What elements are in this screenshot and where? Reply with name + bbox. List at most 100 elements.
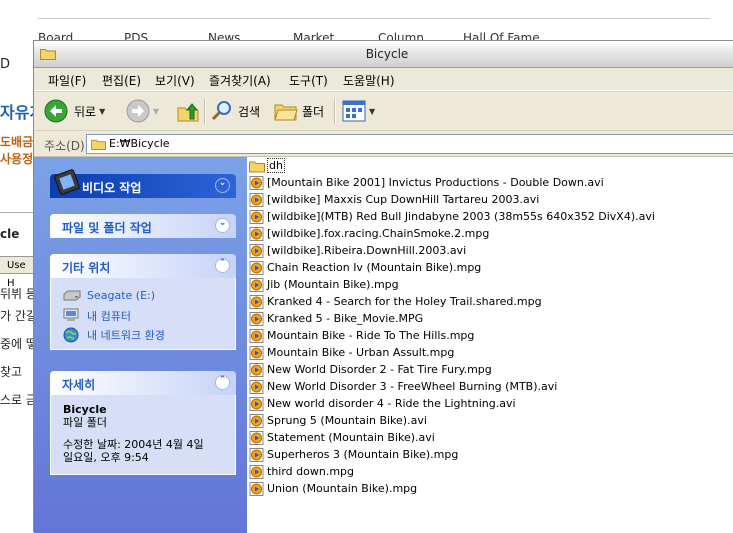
back-button[interactable]: 뒤로 ▼ xyxy=(44,99,105,123)
toolbar-separator xyxy=(204,98,206,124)
details-header[interactable]: 자세히 ⌃ xyxy=(50,371,236,395)
file-name: third down.mpg xyxy=(267,465,355,478)
file-name: [wildbike] Maxxis Cup DownHill Tartareu … xyxy=(267,193,540,206)
film-strip-icon xyxy=(54,169,80,195)
chevron-down-icon[interactable]: ▼ xyxy=(369,107,375,116)
explorer-window: Bicycle 파일(F) 편집(E) 보기(V) 즐겨찾기(A) 도구(T) … xyxy=(33,40,733,533)
file-name: New world disorder 4 - Ride the Lightnin… xyxy=(267,397,516,410)
views-button[interactable]: ▼ xyxy=(342,99,375,123)
my-computer-icon xyxy=(63,308,79,321)
title-bar[interactable]: Bicycle xyxy=(34,41,733,68)
menu-tools[interactable]: 도구(T) xyxy=(289,72,328,89)
folders-button[interactable]: 폴더 xyxy=(274,99,324,123)
bg-text-line: 뒤뷔 등 xyxy=(0,287,37,301)
menu-view[interactable]: 보기(V) xyxy=(155,72,195,89)
network-globe-icon xyxy=(63,327,79,343)
link-my-network[interactable]: 내 네트워크 환경 xyxy=(51,324,235,343)
bg-text-line: 가 간길 xyxy=(0,309,37,323)
link-seagate-drive[interactable]: Seagate (E:) xyxy=(51,286,235,305)
file-item[interactable]: Sprung 5 (Mountain Bike).avi xyxy=(249,412,427,429)
details-modified: 수정한 날짜: 2004년 4월 4일 xyxy=(63,438,204,451)
menu-file[interactable]: 파일(F) xyxy=(48,72,86,89)
file-item[interactable]: Kranked 4 - Search for the Holey Trail.s… xyxy=(249,293,542,310)
bg-use-button[interactable]: Use H xyxy=(0,256,36,289)
file-item[interactable]: Union (Mountain Bike).mpg xyxy=(249,480,417,497)
menu-help[interactable]: 도움말(H) xyxy=(343,72,395,89)
media-file-icon xyxy=(249,430,264,445)
expand-chevron-icon[interactable]: ⌄ xyxy=(215,178,230,193)
media-file-icon xyxy=(249,243,264,258)
search-button[interactable]: 검색 xyxy=(210,99,260,123)
media-file-icon xyxy=(249,209,264,224)
file-item[interactable]: Superheros 3 (Mountain Bike).mpg xyxy=(249,446,458,463)
file-name: Chain Reaction Iv (Mountain Bike).mpg xyxy=(267,261,482,274)
toolbar: 뒤로 ▼ ▼ 검색 폴더 ▼ xyxy=(34,91,733,131)
file-item[interactable]: [wildbike].fox.racing.ChainSmoke.2.mpg xyxy=(249,225,489,242)
window-title: Bicycle xyxy=(365,47,409,61)
menu-edit[interactable]: 편집(E) xyxy=(102,72,141,89)
address-label: 주소(D) xyxy=(44,139,85,153)
file-name: Mountain Bike - Urban Assult.mpg xyxy=(267,346,455,359)
file-item[interactable]: New World Disorder 2 - Fat Tire Fury.mpg xyxy=(249,361,492,378)
file-item[interactable]: [wildbike] Maxxis Cup DownHill Tartareu … xyxy=(249,191,539,208)
chevron-down-icon[interactable]: ▼ xyxy=(99,107,105,116)
hard-drive-icon xyxy=(63,290,81,301)
file-item[interactable]: [wildbike].Ribeira.DownHill.2003.avi xyxy=(249,242,466,259)
video-tasks-panel: 비디오 작업 ⌄ xyxy=(50,169,236,198)
task-pane: 비디오 작업 ⌄ 파일 및 폴더 작업 ⌄ 기타 위치 ⌃ Seagate (E… xyxy=(34,157,247,533)
search-label: 검색 xyxy=(238,104,261,119)
file-name: Union (Mountain Bike).mpg xyxy=(267,482,418,495)
file-name: dh xyxy=(267,158,285,173)
collapse-chevron-icon[interactable]: ⌃ xyxy=(215,258,230,273)
file-name: Jib (Mountain Bike).mpg xyxy=(267,278,399,291)
link-my-computer[interactable]: 내 컴퓨터 xyxy=(51,305,235,324)
media-file-icon xyxy=(249,294,264,309)
file-list: dh [Mountain Bike 2001] Invictus Producti… xyxy=(247,157,733,533)
address-input[interactable]: E:₩Bicycle xyxy=(86,134,733,154)
file-name: Superheros 3 (Mountain Bike).mpg xyxy=(267,448,459,461)
media-file-icon xyxy=(249,447,264,462)
media-file-icon xyxy=(249,345,264,360)
seagate-drive-label: Seagate (E:) xyxy=(87,289,156,302)
bg-letter: D xyxy=(0,57,11,72)
file-tasks-panel: 파일 및 폴더 작업 ⌄ xyxy=(50,214,236,238)
file-item[interactable]: [Mountain Bike 2001] Invictus Production… xyxy=(249,174,604,191)
folder-icon xyxy=(91,139,106,150)
forward-arrow-icon xyxy=(126,99,150,123)
file-item[interactable]: third down.mpg xyxy=(249,463,354,480)
file-tasks-header[interactable]: 파일 및 폴더 작업 ⌄ xyxy=(50,214,236,238)
file-item[interactable]: New World Disorder 3 - FreeWheel Burning… xyxy=(249,378,557,395)
file-item[interactable]: [wildbike](MTB) Red Bull Jindabyne 2003 … xyxy=(249,208,655,225)
collapse-chevron-icon[interactable]: ⌃ xyxy=(215,375,230,390)
media-file-icon xyxy=(249,175,264,190)
up-folder-button[interactable] xyxy=(176,99,200,123)
file-name: [wildbike].Ribeira.DownHill.2003.avi xyxy=(267,244,467,257)
video-tasks-header[interactable]: 비디오 작업 ⌄ xyxy=(50,169,236,198)
my-network-label: 내 네트워크 환경 xyxy=(87,329,165,342)
file-item[interactable]: Kranked 5 - Bike_Movie.MPG xyxy=(249,310,423,327)
media-file-icon xyxy=(249,260,264,275)
file-item[interactable]: Statement (Mountain Bike).avi xyxy=(249,429,435,446)
media-file-icon xyxy=(249,379,264,394)
file-name: New World Disorder 2 - Fat Tire Fury.mpg xyxy=(267,363,492,376)
chevron-down-icon[interactable]: ▼ xyxy=(153,107,159,116)
file-item[interactable]: Mountain Bike - Urban Assult.mpg xyxy=(249,344,454,361)
file-item[interactable]: Jib (Mountain Bike).mpg xyxy=(249,276,399,293)
file-item[interactable]: Chain Reaction Iv (Mountain Bike).mpg xyxy=(249,259,481,276)
details-type: 파일 폴더 xyxy=(63,416,107,429)
address-bar: 주소(D) E:₩Bicycle xyxy=(34,132,733,157)
menu-favorites[interactable]: 즐겨찾기(A) xyxy=(209,72,271,89)
file-item[interactable]: New world disorder 4 - Ride the Lightnin… xyxy=(249,395,516,412)
file-name: [Mountain Bike 2001] Invictus Production… xyxy=(267,176,604,189)
other-places-body: Seagate (E:) 내 컴퓨터 내 네트워크 환경 xyxy=(50,278,236,350)
other-places-header[interactable]: 기타 위치 ⌃ xyxy=(50,254,236,278)
forward-button[interactable]: ▼ xyxy=(126,99,159,123)
folder-item[interactable]: dh xyxy=(249,157,285,174)
file-tasks-title: 파일 및 폴더 작업 xyxy=(62,221,152,235)
expand-chevron-icon[interactable]: ⌄ xyxy=(215,218,230,233)
back-label: 뒤로 xyxy=(74,104,97,119)
media-file-icon xyxy=(249,311,264,326)
media-file-icon xyxy=(249,396,264,411)
other-places-panel: 기타 위치 ⌃ Seagate (E:) 내 컴퓨터 내 네트워크 환경 xyxy=(50,254,236,350)
file-item[interactable]: Mountain Bike - Ride To The Hills.mpg xyxy=(249,327,474,344)
